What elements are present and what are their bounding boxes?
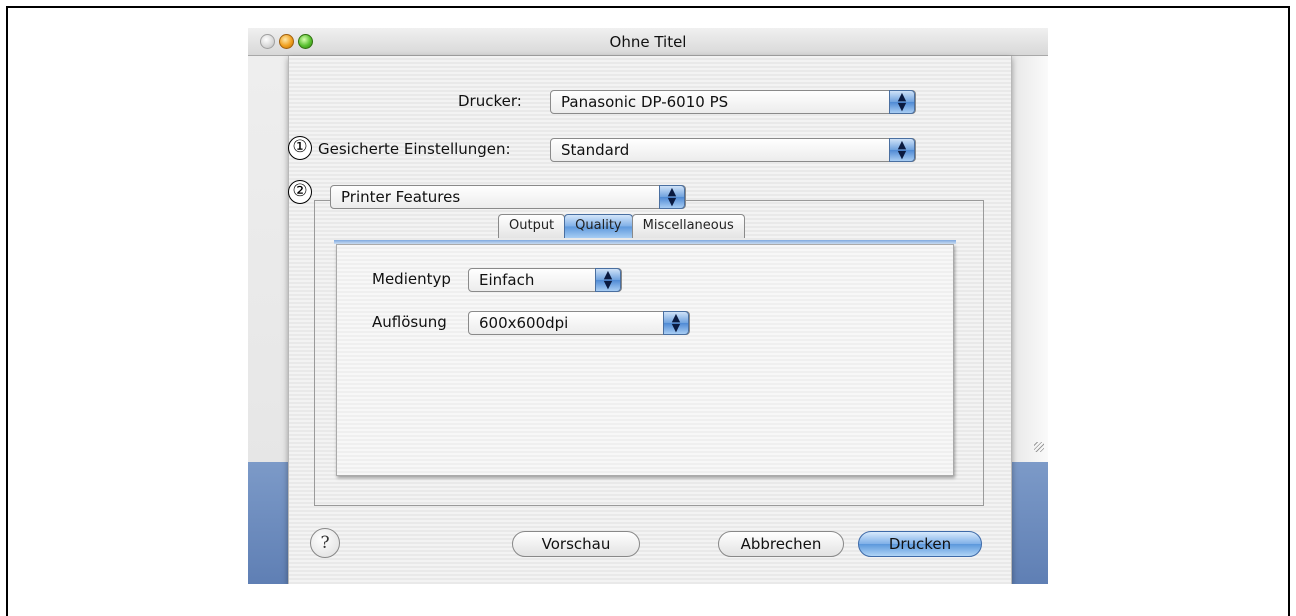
callout-1: ①	[288, 136, 312, 160]
title-bar[interactable]: Ohne Titel	[248, 28, 1048, 56]
media-type-popup[interactable]: Einfach ▲ ▼	[468, 268, 622, 292]
resize-grip-icon[interactable]	[1034, 442, 1044, 452]
presets-popup[interactable]: Standard ▲ ▼	[550, 138, 916, 162]
callout-2: ②	[288, 180, 312, 204]
resolution-label: Auflösung	[372, 313, 447, 331]
print-dialog-window: Ohne Titel Drucker: Panasonic DP-6010 PS…	[248, 28, 1048, 584]
panel-selector-value: Printer Features	[341, 188, 461, 206]
resolution-value: 600x600dpi	[479, 314, 569, 332]
panel-selector-popup[interactable]: Printer Features ▲ ▼	[330, 185, 686, 209]
presets-label: Gesicherte Einstellungen:	[318, 140, 511, 158]
tab-quality[interactable]: Quality	[564, 214, 633, 238]
printer-popup[interactable]: Panasonic DP-6010 PS ▲ ▼	[550, 90, 916, 114]
tab-output[interactable]: Output	[498, 214, 566, 238]
help-button[interactable]: ?	[310, 528, 340, 558]
popup-arrows-icon: ▲ ▼	[663, 311, 689, 335]
printer-label: Drucker:	[458, 92, 522, 110]
window-title: Ohne Titel	[609, 33, 687, 51]
desktop-background-right	[1012, 462, 1048, 584]
print-button[interactable]: Drucken	[858, 531, 982, 557]
popup-arrows-icon: ▲ ▼	[889, 138, 915, 162]
tab-bar: Output Quality Miscellaneous	[498, 214, 745, 238]
media-type-value: Einfach	[479, 271, 535, 289]
presets-value: Standard	[561, 141, 630, 159]
popup-arrows-icon: ▲ ▼	[889, 90, 915, 114]
resolution-popup[interactable]: 600x600dpi ▲ ▼	[468, 311, 690, 335]
printer-value: Panasonic DP-6010 PS	[561, 93, 729, 111]
media-type-label: Medientyp	[372, 270, 451, 288]
popup-arrows-icon: ▲ ▼	[659, 185, 685, 209]
popup-arrows-icon: ▲ ▼	[595, 268, 621, 292]
preview-button[interactable]: Vorschau	[512, 531, 640, 557]
desktop-background-left	[248, 462, 288, 584]
tab-miscellaneous[interactable]: Miscellaneous	[631, 214, 745, 238]
cancel-button[interactable]: Abbrechen	[718, 531, 844, 557]
